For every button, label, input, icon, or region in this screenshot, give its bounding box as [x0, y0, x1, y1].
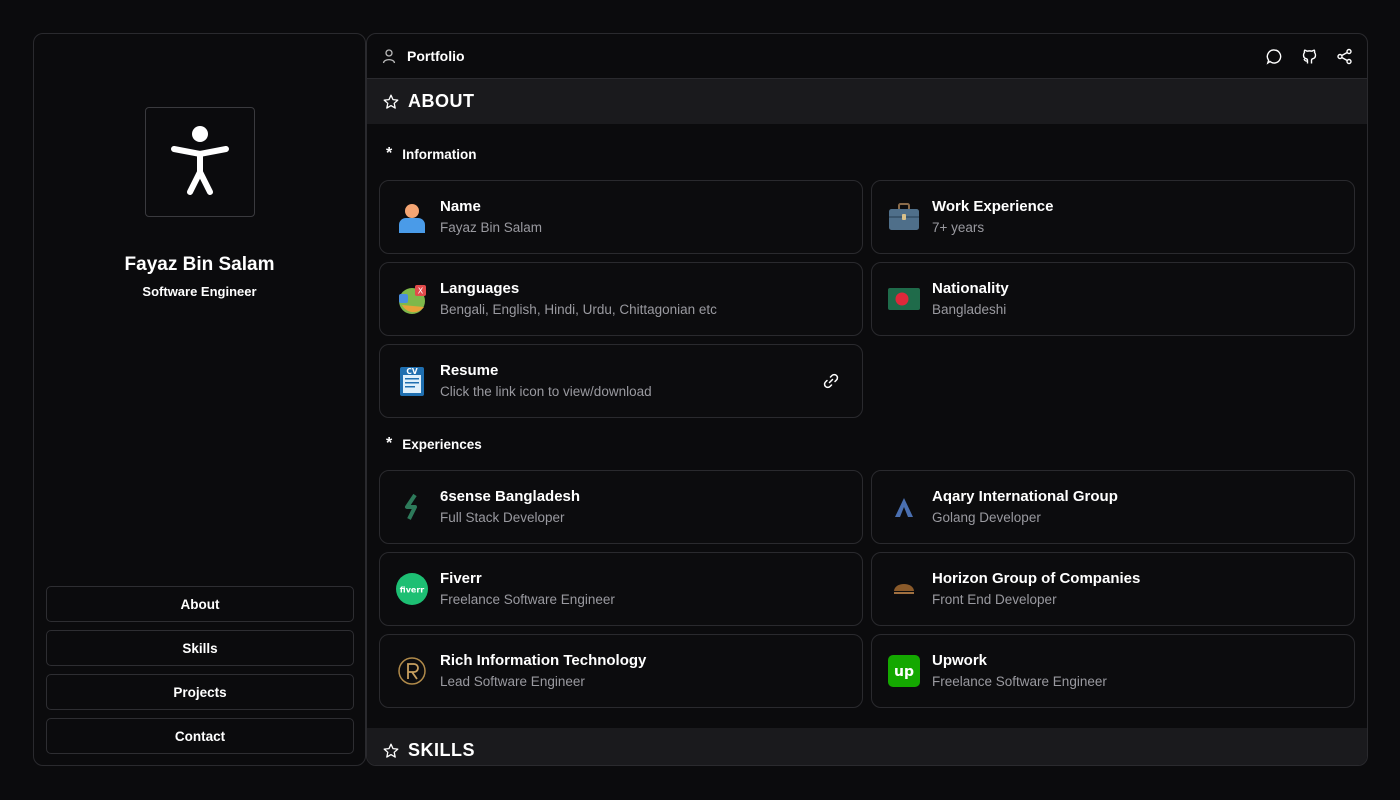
- experiences-heading: * Experiences: [386, 435, 482, 453]
- info-languages-value: Bengali, English, Hindi, Urdu, Chittagon…: [440, 301, 717, 317]
- share-icon[interactable]: [1336, 48, 1353, 65]
- top-bar: Portfolio: [367, 34, 1367, 79]
- information-heading-label: Information: [402, 146, 477, 162]
- upwork-logo-icon: up: [888, 655, 920, 687]
- experience-company: 6sense Bangladesh: [440, 487, 581, 505]
- about-section-title: ABOUT: [408, 91, 475, 111]
- fiverr-logo-text: fiverr: [400, 586, 425, 595]
- experience-card: Aqary International Group Golang Develop…: [871, 470, 1355, 544]
- link-icon[interactable]: [822, 372, 840, 395]
- fiverr-logo-icon: fiverr: [396, 573, 428, 605]
- resume-document-icon: CV: [396, 365, 428, 397]
- horizon-logo-icon: [888, 573, 920, 605]
- nav-skills-button[interactable]: Skills: [46, 630, 354, 666]
- star-icon: [383, 743, 399, 759]
- info-work-value: 7+ years: [932, 219, 985, 235]
- experience-role: Lead Software Engineer: [440, 673, 585, 689]
- experience-role: Golang Developer: [932, 509, 1041, 525]
- asterisk-icon: *: [386, 145, 393, 162]
- 6sense-logo-icon: [396, 491, 428, 523]
- briefcase-icon: [888, 201, 920, 233]
- profile-role: Software Engineer: [142, 284, 257, 299]
- experience-card: fiverr Fiverr Freelance Software Enginee…: [379, 552, 863, 626]
- experience-role: Freelance Software Engineer: [440, 591, 615, 607]
- experience-role: Full Stack Developer: [440, 509, 565, 525]
- experience-company: Horizon Group of Companies: [932, 569, 1141, 587]
- skills-section-title: SKILLS: [408, 740, 476, 760]
- info-name-value: Fayaz Bin Salam: [440, 219, 543, 235]
- info-work-title: Work Experience: [932, 197, 1054, 215]
- experience-role: Freelance Software Engineer: [932, 673, 1107, 689]
- info-nationality-value: Bangladeshi: [932, 301, 1007, 317]
- info-nationality-title: Nationality: [932, 279, 1009, 297]
- nav-about-button[interactable]: About: [46, 586, 354, 622]
- upwork-logo-text: up: [894, 664, 914, 680]
- aqary-logo-icon: [888, 491, 920, 523]
- bangladesh-flag-icon: [888, 283, 920, 315]
- info-card-resume: CV Resume Click the link icon to view/do…: [379, 344, 863, 418]
- asterisk-icon: *: [386, 435, 393, 452]
- sidebar: Fayaz Bin Salam Software Engineer About …: [33, 33, 366, 766]
- nav-projects-button[interactable]: Projects: [46, 674, 354, 710]
- experience-company: Fiverr: [440, 569, 482, 587]
- about-section-header: ABOUT: [367, 79, 1367, 124]
- chat-icon[interactable]: [1266, 48, 1283, 65]
- sidebar-nav: About Skills Projects Contact: [46, 586, 354, 762]
- rich-it-logo-icon: [396, 655, 428, 687]
- topbar-actions: [1266, 48, 1353, 65]
- info-name-title: Name: [440, 197, 481, 215]
- information-heading: * Information: [386, 145, 476, 163]
- star-icon: [383, 94, 399, 110]
- info-card-nationality: Nationality Bangladeshi: [871, 262, 1355, 336]
- experience-company: Aqary International Group: [932, 487, 1118, 505]
- profile-name: Fayaz Bin Salam: [124, 254, 275, 275]
- experience-company: Upwork: [932, 651, 988, 669]
- info-resume-title: Resume: [440, 361, 499, 379]
- experience-card: Horizon Group of Companies Front End Dev…: [871, 552, 1355, 626]
- experiences-heading-label: Experiences: [402, 436, 482, 452]
- svg-text:X: X: [418, 287, 424, 296]
- info-card-languages: X Languages Bengali, English, Hindi, Urd…: [379, 262, 863, 336]
- experience-card: 6sense Bangladesh Full Stack Developer: [379, 470, 863, 544]
- person-icon: [396, 201, 428, 233]
- info-card-name: Name Fayaz Bin Salam: [379, 180, 863, 254]
- skills-section-header: SKILLS: [367, 728, 1367, 765]
- info-card-work-experience: Work Experience 7+ years: [871, 180, 1355, 254]
- language-icon: X: [396, 283, 428, 315]
- main-panel: Portfolio ABOUT * Information Name Fayaz…: [366, 33, 1368, 766]
- user-icon: [381, 48, 397, 64]
- resume-logo-text: CV: [406, 367, 418, 376]
- nav-contact-button[interactable]: Contact: [46, 718, 354, 754]
- info-resume-value: Click the link icon to view/download: [440, 383, 652, 399]
- experience-company: Rich Information Technology: [440, 651, 647, 669]
- accessibility-person-icon: [171, 126, 229, 195]
- experience-role: Front End Developer: [932, 591, 1057, 607]
- info-languages-title: Languages: [440, 279, 520, 297]
- github-icon[interactable]: [1301, 48, 1318, 65]
- avatar: [145, 107, 255, 217]
- experience-card: up Upwork Freelance Software Engineer: [871, 634, 1355, 708]
- page-title: Portfolio: [407, 48, 465, 64]
- experience-card: Rich Information Technology Lead Softwar…: [379, 634, 863, 708]
